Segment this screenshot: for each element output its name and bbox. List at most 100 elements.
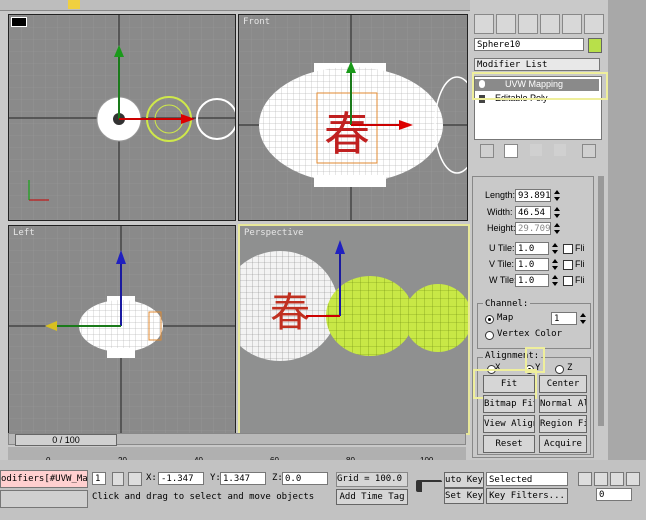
track-bar[interactable]: 0 20 40 60 80 100 (8, 447, 466, 465)
show-end-result-icon[interactable] (504, 144, 518, 158)
highlight-box (472, 72, 608, 100)
align-z-label: Z (567, 363, 573, 373)
display-tab-icon[interactable] (562, 14, 582, 34)
u-flip-checkbox[interactable] (563, 244, 573, 254)
make-unique-icon[interactable] (530, 144, 542, 156)
view-align-button[interactable]: View Align (483, 415, 535, 433)
region-fit-button[interactable]: Region Fit (539, 415, 587, 433)
status-icons (0, 490, 88, 508)
next-frame-icon[interactable] (626, 472, 640, 486)
w-tile-label: W Tile: (489, 275, 517, 285)
map-label: Map (497, 313, 514, 323)
grid-size-label: Grid = 100.0 (336, 472, 408, 487)
x-coord-label: X: (146, 473, 157, 483)
u-tile-field[interactable]: 1.0 (515, 242, 549, 255)
v-tile-label: V Tile: (489, 259, 515, 269)
height-spinner[interactable] (553, 222, 560, 235)
pin-stack-icon[interactable] (480, 144, 494, 158)
time-slider-thumb[interactable]: 0 / 100 (15, 434, 117, 446)
selection-count: 1 (92, 472, 106, 485)
w-tile-field[interactable]: 1.0 (515, 274, 549, 287)
normal-align-button[interactable]: Normal Align (539, 395, 587, 413)
left-view-scene (9, 226, 235, 433)
prompt-line: Click and drag to select and move object… (92, 492, 315, 502)
w-flip-checkbox[interactable] (563, 276, 573, 286)
reset-button[interactable]: Reset (483, 435, 535, 453)
x-coord-field[interactable]: -1.347 (158, 472, 204, 485)
add-time-tag-button[interactable]: Add Time Tag (336, 489, 408, 505)
absolute-mode-icon[interactable] (128, 472, 142, 486)
width-label: Width: (487, 207, 513, 217)
length-spinner[interactable] (553, 189, 560, 202)
viewport-label: Front (243, 17, 271, 27)
channel-label: Channel: (483, 299, 531, 309)
key-filters-button[interactable]: Key Filters... (486, 488, 568, 504)
svg-text:春: 春 (270, 290, 310, 336)
acquire-button[interactable]: Acquire (539, 435, 587, 453)
maxscript-listener[interactable]: odifiers[#UVW_Ma (0, 470, 88, 488)
play-icon[interactable] (610, 472, 624, 486)
modify-tab-icon[interactable] (496, 14, 516, 34)
center-button[interactable]: Center (539, 375, 587, 393)
auto-key-button[interactable]: uto Key (444, 472, 484, 488)
key-mode-dropdown[interactable]: Selected (486, 472, 568, 486)
remove-modifier-icon[interactable] (554, 144, 566, 156)
z-coord-field[interactable]: 0.0 (282, 472, 328, 485)
length-label: Length: (485, 190, 516, 200)
status-bar: odifiers[#UVW_Ma 1 X: -1.347 Y: 1.347 Z:… (0, 460, 646, 520)
channel-group (477, 303, 591, 349)
vertex-color-radio[interactable] (485, 331, 494, 340)
perspective-view-scene: 春 (240, 240, 468, 361)
current-frame-field[interactable]: 0 (596, 488, 632, 501)
u-tile-spinner[interactable] (551, 242, 558, 255)
motion-tab-icon[interactable] (540, 14, 560, 34)
viewport-front[interactable]: Front 春 (238, 14, 468, 221)
viewport-maximize-icon[interactable] (11, 17, 27, 27)
command-panel: Sphere10 Modifier List UVW Mapping Edita… (470, 0, 646, 460)
height-label: Height: (487, 223, 516, 233)
configure-sets-icon[interactable] (582, 144, 596, 158)
utilities-tab-icon[interactable] (584, 14, 604, 34)
modifier-list-dropdown[interactable]: Modifier List (474, 58, 600, 71)
select-move-icon[interactable] (68, 0, 80, 9)
main-toolbar (0, 0, 470, 11)
length-field[interactable]: 93.891 (515, 189, 551, 202)
object-name-field[interactable]: Sphere10 (474, 38, 584, 51)
bitmap-fit-button[interactable]: Bitmap Fit (483, 395, 535, 413)
map-channel-spinner[interactable] (579, 312, 586, 325)
top-view-scene (9, 15, 235, 220)
vertex-color-label: Vertex Color (497, 329, 563, 339)
viewport-label: Perspective (244, 228, 304, 238)
w-flip-label: Fli (575, 275, 585, 285)
v-flip-label: Fli (575, 259, 585, 269)
create-tab-icon[interactable] (474, 14, 494, 34)
viewport-top[interactable] (8, 14, 236, 221)
viewport-perspective[interactable]: Perspective 春 (238, 224, 470, 435)
prev-frame-icon[interactable] (594, 472, 608, 486)
align-z-radio[interactable] (555, 365, 564, 374)
hierarchy-tab-icon[interactable] (518, 14, 538, 34)
go-to-start-icon[interactable] (578, 472, 592, 486)
v-tile-field[interactable]: 1.0 (515, 258, 549, 271)
width-field[interactable]: 46.54 (515, 206, 551, 219)
set-key-button[interactable]: Set Key (444, 488, 484, 504)
viewport-left[interactable]: Left (8, 225, 236, 434)
map-radio[interactable] (485, 315, 494, 324)
object-color-swatch[interactable] (588, 38, 602, 53)
width-spinner[interactable] (553, 206, 560, 219)
y-coord-field[interactable]: 1.347 (220, 472, 266, 485)
lock-selection-icon[interactable] (112, 472, 124, 486)
v-flip-checkbox[interactable] (563, 260, 573, 270)
w-tile-spinner[interactable] (551, 274, 558, 287)
stack-toolbar (474, 142, 600, 160)
panel-scrollbar[interactable] (598, 176, 604, 426)
viewport-label: Left (13, 228, 35, 238)
map-channel-field[interactable]: 1 (551, 312, 577, 325)
parameters-rollout: Length: 93.891 Width: 46.54 Height: 29.7… (472, 176, 594, 458)
v-tile-spinner[interactable] (551, 258, 558, 271)
svg-text:春: 春 (324, 107, 370, 161)
time-slider[interactable]: 0 / 100 (8, 433, 466, 446)
key-icon[interactable] (416, 480, 442, 492)
height-field[interactable]: 29.709 (515, 222, 551, 235)
u-flip-label: Fli (575, 243, 585, 253)
